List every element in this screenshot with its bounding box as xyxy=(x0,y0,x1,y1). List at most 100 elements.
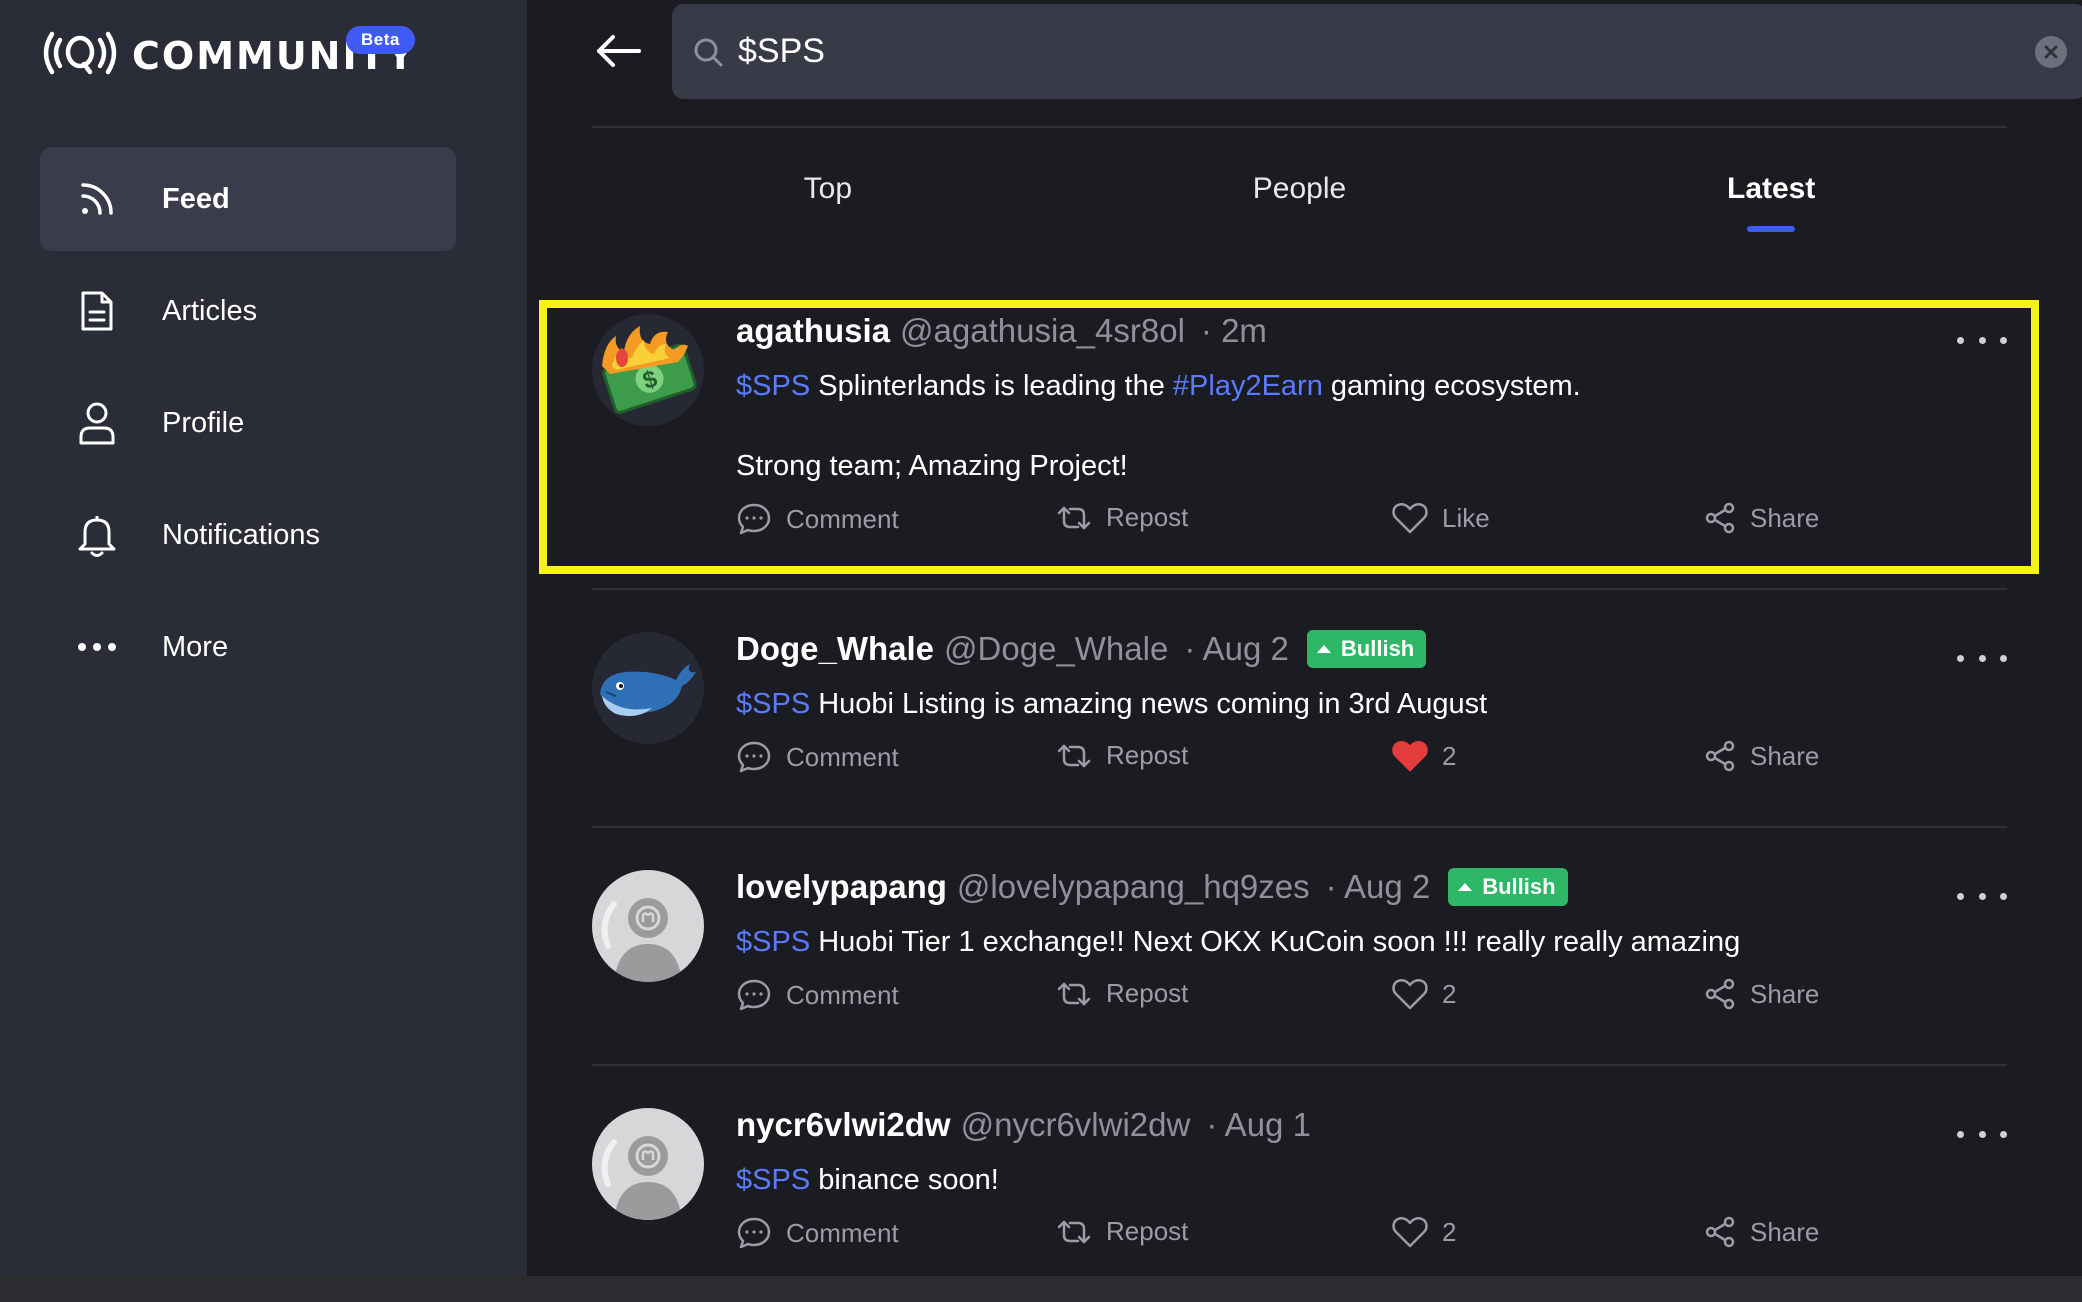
search-icon xyxy=(692,36,724,68)
share-label: Share xyxy=(1750,740,1820,771)
like-button[interactable]: 2 xyxy=(1392,978,1456,1010)
user-icon xyxy=(72,398,122,448)
search-input[interactable] xyxy=(738,32,2035,71)
cashtag-link[interactable]: $SPS xyxy=(736,1164,810,1196)
share-button[interactable]: Share xyxy=(1704,1216,1819,1248)
author-handle[interactable]: @Doge_Whale xyxy=(944,630,1168,668)
beta-badge: Beta xyxy=(346,26,415,54)
whale-avatar-icon xyxy=(592,632,704,744)
post-more-options-button[interactable] xyxy=(1957,1124,2007,1144)
search-bar xyxy=(672,4,2082,99)
arrow-left-icon xyxy=(597,35,641,67)
author-name[interactable]: nycr6vlwi2dw xyxy=(736,1106,951,1144)
tab-latest[interactable]: Latest xyxy=(1535,160,2007,240)
broadcast-logo-icon xyxy=(42,28,118,83)
bullish-badge: Bullish xyxy=(1306,630,1427,668)
clear-search-button[interactable] xyxy=(2035,35,2067,68)
comment-label: Comment xyxy=(786,979,899,1010)
repost-button[interactable]: Repost xyxy=(1056,1216,1188,1247)
post-text: $SPS Huobi Tier 1 exchange!! Next OKX Ku… xyxy=(736,922,1740,962)
comment-icon xyxy=(737,1217,771,1249)
share-label: Share xyxy=(1750,978,1820,1009)
share-icon xyxy=(1705,740,1735,772)
tab-people[interactable]: People xyxy=(1064,160,1536,240)
share-button[interactable]: Share xyxy=(1704,978,1819,1010)
comment-icon xyxy=(737,979,771,1011)
post-more-options-button[interactable] xyxy=(1957,648,2007,668)
sidebar-nav: Feed Articles Profile Notifications More xyxy=(40,147,456,707)
sidebar-item-label: Profile xyxy=(162,406,245,439)
share-label: Share xyxy=(1750,1216,1820,1247)
like-count: 2 xyxy=(1442,978,1457,1009)
sidebar-item-articles[interactable]: Articles xyxy=(40,259,456,363)
document-icon xyxy=(72,286,122,336)
author-name[interactable]: lovelypapang xyxy=(736,868,947,906)
bullish-badge: Bullish xyxy=(1448,868,1568,906)
avatar[interactable] xyxy=(592,870,704,982)
like-count: 2 xyxy=(1442,740,1457,771)
highlight-frame xyxy=(539,300,2039,574)
avatar[interactable] xyxy=(592,1108,704,1220)
post-text-segment: Huobi Listing is amazing news coming in … xyxy=(810,688,1488,720)
cashtag-link[interactable]: $SPS xyxy=(736,926,810,958)
post-time: · Aug 2 xyxy=(1184,630,1289,667)
post-item[interactable]: nycr6vlwi2dw @nycr6vlwi2dw · Aug 1 $SPS … xyxy=(592,1094,2007,1274)
avatar[interactable] xyxy=(592,632,704,744)
post-item[interactable]: Doge_Whale @Doge_Whale · Aug 2 Bullish $… xyxy=(592,618,2007,818)
tab-top[interactable]: Top xyxy=(592,160,1064,240)
post-header: nycr6vlwi2dw @nycr6vlwi2dw · Aug 1 xyxy=(736,1106,1311,1144)
heart-icon xyxy=(1392,978,1428,1010)
post-more-options-button[interactable] xyxy=(1957,886,2007,906)
author-handle[interactable]: @nycr6vlwi2dw xyxy=(961,1106,1191,1144)
repost-icon xyxy=(1057,744,1091,767)
post-actions: Comment Repost 2 Share xyxy=(736,978,1836,1018)
sidebar-item-label: Articles xyxy=(162,294,258,327)
sidebar-item-notifications[interactable]: Notifications xyxy=(40,483,456,587)
ellipsis-icon xyxy=(72,622,122,672)
like-button[interactable]: 2 xyxy=(1392,1216,1456,1248)
share-icon xyxy=(1705,978,1735,1010)
post-text-segment: binance soon! xyxy=(810,1164,999,1196)
comment-icon xyxy=(737,741,771,773)
post-header: Doge_Whale @Doge_Whale · Aug 2 Bullish xyxy=(736,630,1427,668)
back-button[interactable] xyxy=(593,26,643,76)
cashtag-link[interactable]: $SPS xyxy=(736,688,810,720)
post-time: · Aug 2 xyxy=(1325,868,1431,905)
author-name[interactable]: Doge_Whale xyxy=(736,630,934,668)
repost-label: Repost xyxy=(1106,1216,1189,1246)
arrow-up-icon xyxy=(1316,645,1331,653)
post-actions: Comment Repost 2 Share xyxy=(736,1216,1836,1256)
sidebar-item-label: Feed xyxy=(162,182,230,215)
divider xyxy=(592,126,2007,128)
comment-label: Comment xyxy=(786,1217,899,1248)
repost-icon xyxy=(1057,1220,1091,1243)
sidebar-item-more[interactable]: More xyxy=(40,595,456,699)
bottom-bar xyxy=(0,1276,2082,1302)
sidebar-item-label: Notifications xyxy=(162,518,320,551)
repost-button[interactable]: Repost xyxy=(1056,740,1188,771)
divider xyxy=(592,588,2007,590)
default-avatar-icon xyxy=(592,870,704,982)
post-actions: Comment Repost 2 Share xyxy=(736,740,1836,780)
badge-label: Bullish xyxy=(1340,636,1415,661)
like-button[interactable]: 2 xyxy=(1392,740,1456,772)
post-text-segment: Huobi Tier 1 exchange!! Next OKX KuCoin … xyxy=(810,926,1741,958)
close-icon xyxy=(2044,45,2058,58)
author-handle[interactable]: @lovelypapang_hq9zes xyxy=(957,868,1310,906)
comment-button[interactable]: Comment xyxy=(736,1216,899,1250)
comment-button[interactable]: Comment xyxy=(736,740,899,774)
comment-label: Comment xyxy=(786,741,899,772)
comment-button[interactable]: Comment xyxy=(736,978,899,1012)
arrow-up-icon xyxy=(1458,883,1473,891)
repost-label: Repost xyxy=(1106,740,1189,770)
post-header: lovelypapang @lovelypapang_hq9zes · Aug … xyxy=(736,868,1568,906)
post-item[interactable]: lovelypapang @lovelypapang_hq9zes · Aug … xyxy=(592,856,2007,1056)
bell-icon xyxy=(72,510,122,560)
divider xyxy=(592,826,2007,828)
repost-button[interactable]: Repost xyxy=(1056,978,1188,1009)
sidebar-item-profile[interactable]: Profile xyxy=(40,371,456,475)
share-button[interactable]: Share xyxy=(1704,740,1819,772)
main-content: Top People Latest $ agathusia @agathusia… xyxy=(527,0,2082,1276)
sidebar-item-feed[interactable]: Feed xyxy=(40,147,456,251)
heart-filled-icon xyxy=(1392,740,1428,772)
